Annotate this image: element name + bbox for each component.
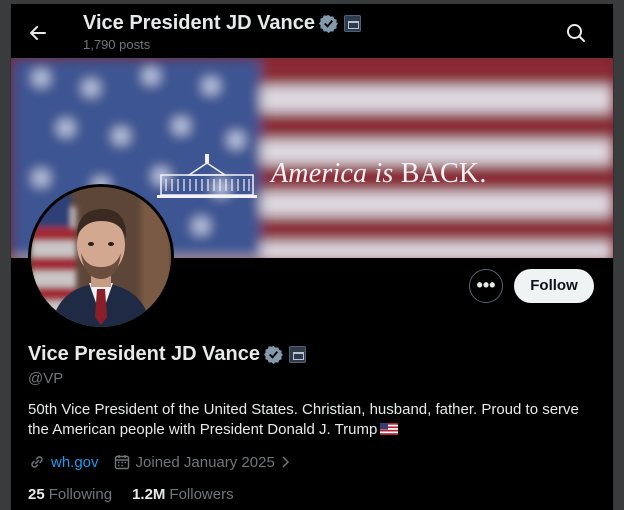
follow-button[interactable]: Follow xyxy=(514,269,594,303)
bio-text: 50th Vice President of the United States… xyxy=(28,401,579,438)
post-count: 1,790 posts xyxy=(83,37,151,52)
calendar-icon xyxy=(114,455,129,470)
profile-name-row: Vice President JD Vance xyxy=(28,343,306,366)
us-flag-icon xyxy=(380,423,399,435)
chevron-right-icon[interactable] xyxy=(278,454,292,470)
followers-count: 1.2M xyxy=(132,486,166,503)
avatar[interactable] xyxy=(28,184,174,330)
profile-meta: wh.gov Joined January 2025 xyxy=(28,453,292,471)
following-link[interactable]: 25 Following xyxy=(28,486,112,503)
government-affiliation-icon[interactable] xyxy=(288,346,306,363)
joined-date: Joined January 2025 xyxy=(135,453,275,471)
profile-bio: 50th Vice President of the United States… xyxy=(28,400,588,440)
search-icon[interactable] xyxy=(563,20,589,46)
website-link[interactable]: wh.gov xyxy=(51,454,99,471)
profile-handle: @VP xyxy=(28,370,64,387)
more-icon: ••• xyxy=(476,275,496,295)
banner-slogan-italic: America is xyxy=(271,158,401,189)
window: Vice President JD Vance 1,790 posts Amer… xyxy=(0,0,624,510)
government-affiliation-icon xyxy=(343,15,361,32)
followers-link[interactable]: 1.2M Followers xyxy=(132,486,234,503)
profile-column: Vice President JD Vance 1,790 posts Amer… xyxy=(10,4,614,510)
profile-header: Vice President JD Vance 1,790 posts xyxy=(11,4,613,58)
followers-label: Followers xyxy=(169,486,234,503)
following-count: 25 xyxy=(28,486,45,503)
link-icon xyxy=(31,456,43,468)
following-label: Following xyxy=(48,486,113,503)
banner-slogan: America is BACK. xyxy=(271,158,487,190)
more-options-button[interactable]: ••• xyxy=(469,269,503,303)
header-name: Vice President JD Vance xyxy=(83,12,315,34)
header-title: Vice President JD Vance xyxy=(83,12,361,35)
verified-badge-icon xyxy=(318,14,338,33)
banner-slogan-caps: BACK. xyxy=(400,158,487,189)
verified-badge-icon[interactable] xyxy=(263,345,283,364)
follow-stats: 25 Following 1.2M Followers xyxy=(28,486,254,503)
back-arrow-icon[interactable] xyxy=(25,20,51,46)
profile-name: Vice President JD Vance xyxy=(28,343,260,365)
